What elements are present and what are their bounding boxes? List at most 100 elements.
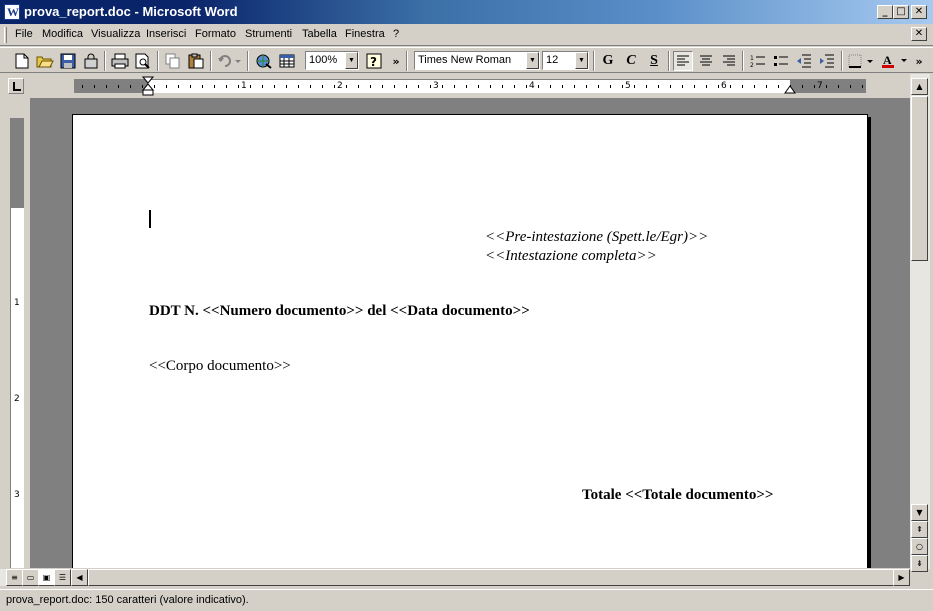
normal-view-icon[interactable]: ≡ (6, 569, 23, 586)
ruler-tick (814, 85, 815, 88)
vertical-scrollbar[interactable]: ▲ ▼ ⇞ ○ ⇟ (910, 74, 930, 572)
chevron-down-icon[interactable]: ▼ (526, 52, 539, 69)
ruler-tick (802, 85, 803, 88)
ruler-tick (598, 85, 599, 88)
paste-icon[interactable] (186, 51, 206, 71)
align-center-icon[interactable] (696, 51, 716, 71)
ruler-area: 1 2 3 4 5 6 7 (0, 74, 910, 98)
menu-file[interactable]: File (15, 28, 33, 40)
align-left-icon[interactable] (673, 51, 693, 71)
ruler-tick (154, 85, 155, 88)
indent-marker-icon[interactable] (142, 76, 154, 96)
decrease-indent-icon[interactable] (794, 51, 814, 71)
totale-field[interactable]: Totale <<Totale documento>> (582, 487, 773, 504)
ruler-left-margin (74, 80, 148, 93)
menu-finestra[interactable]: Finestra (345, 28, 385, 40)
ruler-tick (214, 85, 215, 88)
menu-visualizza[interactable]: Visualizza (91, 28, 140, 40)
tab-stop-selector[interactable] (8, 78, 24, 94)
toolbar-options-chevron-icon[interactable]: » (390, 51, 402, 71)
menu-tabella[interactable]: Tabella (302, 28, 337, 40)
font-color-icon[interactable]: A (880, 51, 910, 71)
ruler-number: 7 (817, 81, 823, 91)
menu-strumenti[interactable]: Strumenti (245, 28, 292, 40)
ruler-tick (334, 85, 335, 88)
menu-grip[interactable] (4, 27, 7, 43)
horizontal-scrollbar[interactable]: ≡ ▭ ▣ ☰ ◀ ▶ (0, 569, 910, 586)
ruler-tick (862, 85, 863, 88)
menu-formato[interactable]: Formato (195, 28, 236, 40)
ruler-tick (562, 85, 563, 88)
hyperlink-icon[interactable] (254, 51, 274, 71)
zoom-select[interactable]: 100% ▼ (305, 51, 359, 70)
close-button[interactable]: ✕ (911, 5, 927, 19)
borders-icon[interactable] (846, 51, 876, 71)
chevron-down-icon[interactable]: ▼ (345, 52, 358, 69)
toolbar-separator (742, 51, 744, 71)
ddt-heading[interactable]: DDT N. <<Numero documento>> del <<Data d… (149, 303, 530, 320)
font-size-value: 12 (546, 54, 559, 66)
bulleted-list-icon[interactable] (771, 51, 791, 71)
ruler-tick (298, 85, 299, 88)
ruler-tick (850, 85, 851, 88)
align-right-icon[interactable] (719, 51, 739, 71)
undo-icon[interactable] (216, 51, 244, 71)
toolbar-options-chevron-icon[interactable]: » (913, 51, 925, 71)
menu-modifica[interactable]: Modifica (42, 28, 83, 40)
chevron-down-icon[interactable]: ▼ (575, 52, 588, 69)
ruler-tick (310, 85, 311, 88)
web-layout-icon[interactable]: ▭ (22, 569, 39, 586)
minimize-button[interactable]: _ (877, 5, 893, 19)
scroll-left-icon[interactable]: ◀ (71, 569, 88, 586)
next-page-icon[interactable]: ⇟ (911, 555, 928, 572)
menu-inserisci[interactable]: Inserisci (146, 28, 186, 40)
vertical-ruler[interactable]: 1 2 3 (10, 118, 24, 568)
open-folder-icon[interactable] (35, 51, 55, 71)
vruler-number: 3 (14, 490, 20, 500)
document-close-button[interactable]: ✕ (911, 27, 927, 41)
document-page[interactable]: <<Pre-intestazione (Spett.le/Egr)>> <<In… (72, 114, 868, 568)
print-preview-icon[interactable] (133, 51, 153, 71)
toolbar-separator (157, 51, 159, 71)
font-size-select[interactable]: 12 ▼ (542, 51, 589, 70)
underline-button[interactable]: S (644, 51, 664, 71)
ruler-tick (706, 85, 707, 88)
word-app-icon[interactable] (4, 4, 20, 20)
help-icon[interactable]: ? (364, 51, 384, 71)
previous-page-icon[interactable]: ⇞ (911, 521, 928, 538)
browse-object-icon[interactable]: ○ (911, 538, 928, 555)
document-area[interactable]: <<Pre-intestazione (Spett.le/Egr)>> <<In… (30, 98, 910, 568)
print-layout-icon[interactable]: ▣ (38, 569, 55, 586)
numbered-list-icon[interactable]: 12 (748, 51, 768, 71)
bold-button[interactable]: G (598, 51, 618, 71)
status-bar: prova_report.doc: 150 caratteri (valore … (0, 589, 933, 611)
menu-help[interactable]: ? (393, 28, 399, 40)
scroll-right-icon[interactable]: ▶ (893, 569, 910, 586)
ruler-tick (202, 85, 203, 88)
permission-icon[interactable] (81, 51, 101, 71)
outline-view-icon[interactable]: ☰ (54, 569, 71, 586)
ruler-number: 2 (337, 81, 343, 91)
pre-intestazione-field[interactable]: <<Pre-intestazione (Spett.le/Egr)>> (485, 229, 708, 246)
new-document-icon[interactable] (12, 51, 32, 71)
save-icon[interactable] (58, 51, 78, 71)
font-select[interactable]: Times New Roman ▼ (414, 51, 540, 70)
scroll-up-icon[interactable]: ▲ (911, 78, 928, 95)
horizontal-ruler[interactable]: 1 2 3 4 5 6 7 (74, 76, 866, 96)
print-icon[interactable] (110, 51, 130, 71)
maximize-button[interactable]: □ (893, 5, 909, 19)
horizontal-scroll-thumb[interactable] (88, 569, 896, 586)
increase-indent-icon[interactable] (817, 51, 837, 71)
italic-button[interactable]: C (621, 51, 641, 71)
vertical-scroll-thumb[interactable] (911, 96, 928, 261)
insert-table-icon[interactable] (277, 51, 297, 71)
corpo-documento-field[interactable]: <<Corpo documento>> (149, 358, 291, 375)
scroll-down-icon[interactable]: ▼ (911, 504, 928, 521)
ruler-tick (730, 85, 731, 88)
ruler-tick (190, 85, 191, 88)
ruler-tick (238, 85, 239, 88)
right-indent-marker-icon[interactable] (784, 84, 796, 94)
intestazione-field[interactable]: <<Intestazione completa>> (485, 248, 657, 265)
svg-text:A: A (883, 53, 892, 67)
copy-icon[interactable] (163, 51, 183, 71)
